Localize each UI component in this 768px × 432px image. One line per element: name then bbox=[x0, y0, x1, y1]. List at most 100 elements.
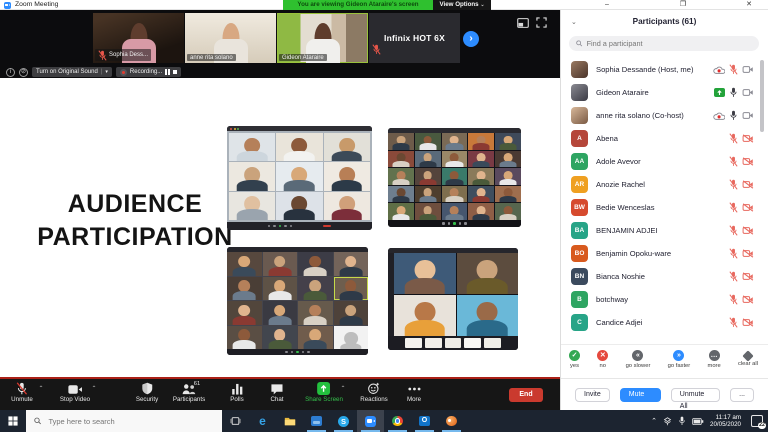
feedback-label: clear all bbox=[738, 361, 758, 367]
mic-muted-icon bbox=[729, 156, 738, 167]
taskbar-search-input[interactable] bbox=[46, 416, 214, 427]
pause-recording-icon[interactable] bbox=[165, 69, 169, 75]
shield-icon[interactable]: ⊘ bbox=[19, 68, 28, 77]
chevron-up-icon[interactable]: ⌃ bbox=[38, 385, 43, 392]
mic-muted-icon bbox=[729, 133, 738, 144]
toolbar-chat-button[interactable]: Chat bbox=[270, 382, 283, 403]
reactions-icon bbox=[367, 382, 380, 395]
maximize-button[interactable]: ❐ bbox=[672, 0, 694, 10]
participant-name: Bedie Wenceslas bbox=[596, 203, 655, 212]
mute-all-button[interactable]: Mute All bbox=[620, 388, 661, 402]
feedback-clear-all[interactable]: clear all bbox=[738, 350, 758, 369]
participant-name: Candice Adjei bbox=[596, 318, 642, 327]
taskbar-edge-icon[interactable]: e bbox=[249, 410, 276, 432]
feedback-no[interactable]: ✕no bbox=[597, 350, 608, 369]
toolbar-more-button[interactable]: More bbox=[407, 382, 421, 403]
more-icon bbox=[407, 382, 420, 395]
end-meeting-button[interactable]: End bbox=[509, 388, 543, 402]
taskbar-file-explorer-icon[interactable] bbox=[276, 410, 303, 432]
minimize-button[interactable]: – bbox=[596, 0, 618, 10]
participant-row[interactable]: Sophia Dessande (Host, me) bbox=[561, 58, 768, 81]
participant-row[interactable]: BWBedie Wenceslas bbox=[561, 196, 768, 219]
participant-row[interactable]: BOBenjamin Opoku-ware bbox=[561, 242, 768, 265]
participant-row[interactable]: AA Adole Avevor bbox=[561, 150, 768, 173]
taskbar-paint-icon[interactable] bbox=[438, 410, 465, 432]
invite-button[interactable]: Invite bbox=[575, 388, 610, 402]
participant-name: BENJAMIN ADJEI bbox=[596, 226, 658, 235]
camera-icon bbox=[67, 382, 82, 395]
gallery-view-icon[interactable] bbox=[517, 15, 529, 33]
taskbar-task-view-icon[interactable] bbox=[222, 410, 249, 432]
participant-row[interactable]: BNBianca Noshie bbox=[561, 265, 768, 288]
avatar bbox=[571, 61, 588, 78]
taskbar-outlook-icon[interactable]: O bbox=[411, 410, 438, 432]
toolbar-unmute-button[interactable]: Unmute bbox=[11, 382, 33, 403]
info-icon[interactable]: i bbox=[6, 68, 15, 77]
toolbar-share-screen-button[interactable]: Share Screen bbox=[305, 382, 343, 403]
video-tile bbox=[298, 277, 333, 301]
participant-row[interactable]: CCandice Adjei bbox=[561, 311, 768, 334]
toolbar-reactions-button[interactable]: Reactions bbox=[360, 382, 388, 403]
stop-recording-icon[interactable] bbox=[173, 70, 178, 75]
avatar: AA bbox=[571, 153, 588, 170]
battery-icon[interactable] bbox=[692, 417, 704, 426]
camera-off-icon bbox=[742, 203, 754, 212]
participant-row[interactable]: Bbotchway bbox=[561, 288, 768, 311]
participant-row[interactable]: Gideon Ataraire bbox=[561, 81, 768, 104]
video-tile bbox=[263, 277, 298, 301]
video-thumbnail[interactable]: anne rita solano bbox=[185, 13, 276, 63]
chevron-up-icon[interactable]: ⌃ bbox=[91, 385, 96, 392]
taskbar-skype-icon[interactable]: S bbox=[330, 410, 357, 432]
participant-row[interactable]: AAbena bbox=[561, 127, 768, 150]
video-thumbnail[interactable]: Sophia Dess... bbox=[93, 13, 184, 63]
participant-search-input[interactable] bbox=[587, 39, 752, 48]
toolbar-participants-button[interactable]: 61 Participants bbox=[173, 382, 205, 403]
clock[interactable]: 11:17 am 20/05/2020 bbox=[710, 414, 741, 429]
toolbar-security-button[interactable]: Security bbox=[136, 382, 158, 403]
participant-row[interactable]: BABENJAMIN ADJEI bbox=[561, 219, 768, 242]
participant-name: Adole Avevor bbox=[596, 157, 641, 166]
video-thumbnail[interactable]: Gideon Ataraire bbox=[277, 13, 368, 63]
taskbar-search[interactable] bbox=[26, 410, 222, 432]
feedback-go-faster[interactable]: »go faster bbox=[668, 350, 691, 369]
chevron-up-icon[interactable]: ⌃ bbox=[340, 385, 345, 392]
taskbar-app-blue-icon[interactable] bbox=[303, 410, 330, 432]
participant-row[interactable]: ARAnozie Rachel bbox=[561, 173, 768, 196]
participant-search[interactable] bbox=[569, 36, 759, 51]
video-tile bbox=[229, 192, 275, 220]
unmute-all-button[interactable]: Unmute All bbox=[671, 388, 720, 402]
feedback-go-slower[interactable]: «go slower bbox=[626, 350, 651, 369]
toolbar-stop-video-button[interactable]: Stop Video bbox=[60, 382, 90, 403]
fullscreen-icon[interactable] bbox=[536, 15, 547, 33]
feedback-yes[interactable]: ✓yes bbox=[569, 350, 580, 369]
windows-taskbar: e S O ⌃ 11:17 am 20/05/2020 22 bbox=[0, 410, 768, 432]
taskbar-zoom-icon[interactable] bbox=[357, 410, 384, 432]
recording-control[interactable]: Recording... bbox=[116, 67, 181, 77]
more-options-button[interactable]: ... bbox=[730, 388, 754, 402]
toolbar-polls-button[interactable]: Polls bbox=[230, 382, 243, 403]
participant-row[interactable]: anne rita solano (Co-host) bbox=[561, 104, 768, 127]
video-tile bbox=[276, 192, 322, 220]
people-icon: 61 bbox=[181, 382, 197, 395]
tray-app-icon[interactable] bbox=[663, 417, 672, 426]
avatar: AR bbox=[571, 176, 588, 193]
start-button[interactable] bbox=[0, 410, 26, 432]
close-button[interactable]: ✕ bbox=[738, 0, 760, 10]
video-tile bbox=[227, 252, 262, 276]
rewind-circle-icon: « bbox=[632, 350, 643, 361]
tray-chevron-up-icon[interactable]: ⌃ bbox=[651, 417, 657, 425]
view-options-button[interactable]: View Options ⌄ bbox=[433, 0, 491, 10]
participant-name: Abena bbox=[596, 134, 618, 143]
video-tile bbox=[394, 295, 456, 336]
feedback-more[interactable]: …more bbox=[708, 350, 721, 369]
mic-slash-icon bbox=[15, 382, 28, 395]
panel-scrollbar[interactable] bbox=[760, 58, 764, 336]
taskbar-chrome-icon[interactable] bbox=[384, 410, 411, 432]
next-videos-button[interactable]: › bbox=[463, 31, 479, 47]
tray-mic-icon[interactable] bbox=[678, 416, 686, 426]
camera-off-icon bbox=[742, 249, 754, 258]
notification-center-icon[interactable]: 22 bbox=[750, 414, 764, 428]
original-sound-button[interactable]: Turn on Original Sound|▾ bbox=[32, 67, 112, 77]
video-thumbnail[interactable]: Infinix HOT 6X bbox=[369, 13, 460, 63]
video-tile bbox=[495, 151, 521, 168]
